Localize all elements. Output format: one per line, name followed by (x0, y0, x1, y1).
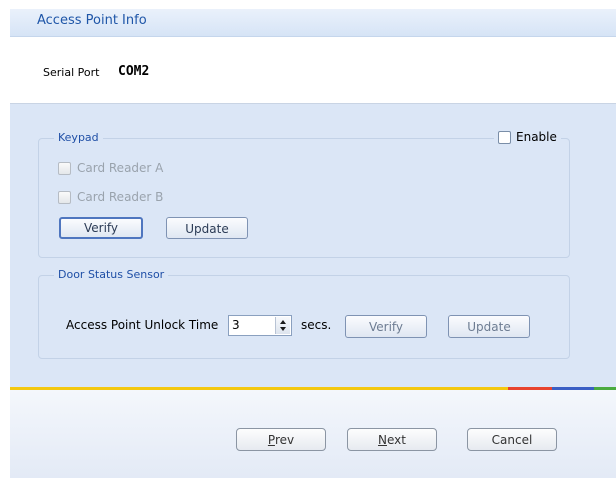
unlock-time-stepper[interactable]: 3 (228, 315, 292, 336)
unlock-time-unit: secs. (301, 318, 332, 332)
cancel-button[interactable]: Cancel (467, 428, 557, 451)
card-reader-b-checkbox[interactable]: Card Reader B (58, 190, 163, 204)
serial-port-label: Serial Port (43, 66, 100, 79)
unlock-time-value: 3 (232, 318, 240, 332)
keypad-verify-button[interactable]: Verify (59, 217, 143, 239)
checkbox-box[interactable] (58, 161, 71, 175)
prev-label: rev (274, 433, 295, 447)
checkbox-box[interactable] (498, 130, 511, 144)
card-reader-b-label: Card Reader B (77, 190, 164, 204)
prev-button[interactable]: Prev (236, 428, 326, 451)
next-button[interactable]: Next (347, 428, 437, 451)
next-label: ext (387, 433, 406, 447)
prev-mnemonic: P (267, 433, 275, 447)
card-reader-a-checkbox[interactable]: Card Reader A (58, 161, 163, 175)
door-update-button[interactable]: Update (448, 315, 530, 338)
page-title: Access Point Info (37, 13, 147, 28)
keypad-update-button[interactable]: Update (166, 217, 248, 239)
door-verify-button[interactable]: Verify (345, 315, 427, 338)
spinner-buttons[interactable] (275, 317, 290, 334)
card-reader-a-label: Card Reader A (77, 161, 164, 175)
keypad-group-title: Keypad (54, 131, 103, 144)
door-status-group-title: Door Status Sensor (54, 268, 169, 281)
unlock-time-label: Access Point Unlock Time (66, 318, 219, 332)
keypad-enable-checkbox[interactable]: Enable (494, 130, 561, 144)
serial-port-value: COM2 (118, 64, 150, 79)
next-mnemonic: N (378, 433, 387, 447)
serial-port-panel (10, 37, 616, 104)
keypad-enable-label: Enable (516, 130, 557, 144)
up-down-arrows-icon (280, 320, 286, 331)
checkbox-box[interactable] (58, 190, 71, 204)
